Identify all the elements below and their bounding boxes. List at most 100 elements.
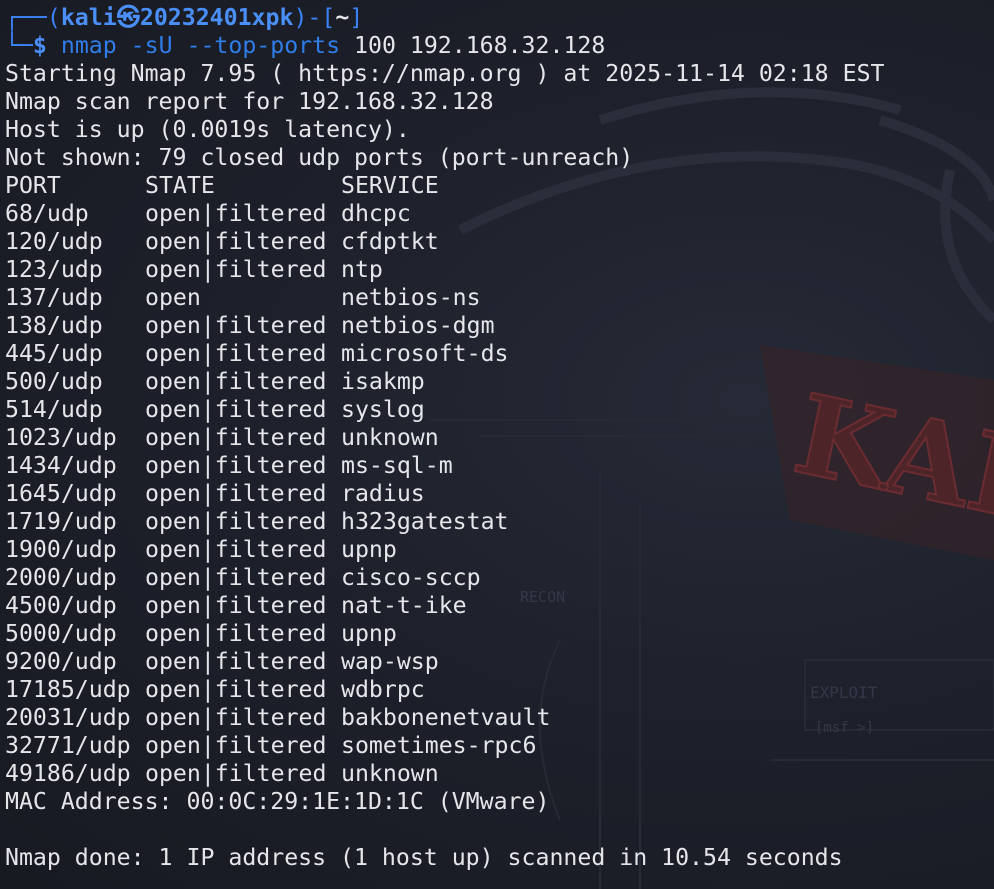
port-cell: 17185/udp bbox=[5, 676, 131, 703]
state-cell: open|filtered bbox=[145, 424, 327, 451]
port-cell: 500/udp bbox=[5, 368, 103, 395]
table-row: 49186/udp open|filtered unknown bbox=[5, 760, 994, 788]
port-cell: 1645/udp bbox=[5, 480, 117, 507]
port-cell: 120/udp bbox=[5, 228, 103, 255]
header-service: SERVICE bbox=[341, 172, 439, 199]
state-cell: open|filtered bbox=[145, 256, 327, 283]
state-cell: open|filtered bbox=[145, 536, 327, 563]
state-cell: open|filtered bbox=[145, 340, 327, 367]
prompt-user: kali bbox=[60, 4, 117, 31]
header-state: STATE bbox=[145, 172, 215, 199]
state-cell: open|filtered bbox=[145, 396, 327, 423]
scan-done-line: Nmap done: 1 IP address (1 host up) scan… bbox=[5, 844, 843, 871]
table-row: 1434/udp open|filtered ms-sql-m bbox=[5, 452, 994, 480]
port-cell: 20031/udp bbox=[5, 704, 131, 731]
table-row: 1900/udp open|filtered upnp bbox=[5, 536, 994, 564]
port-cell: 137/udp bbox=[5, 284, 103, 311]
command-name: nmap bbox=[60, 32, 117, 59]
service-cell: sometimes-rpc6 bbox=[341, 732, 537, 759]
port-cell: 138/udp bbox=[5, 312, 103, 339]
port-cell: 5000/udp bbox=[5, 620, 117, 647]
output-start-line: Starting Nmap 7.95 ( https://nmap.org ) … bbox=[5, 60, 885, 87]
table-row: 123/udp open|filtered ntp bbox=[5, 256, 994, 284]
service-cell: upnp bbox=[341, 620, 397, 647]
service-cell: cfdptkt bbox=[341, 228, 439, 255]
service-cell: netbios-dgm bbox=[341, 312, 495, 339]
port-cell: 4500/udp bbox=[5, 592, 117, 619]
state-cell: open|filtered bbox=[145, 564, 327, 591]
prompt-frame-bottom: └─ bbox=[5, 32, 33, 59]
state-cell: open|filtered bbox=[145, 620, 327, 647]
table-row: 68/udp open|filtered dhcpc bbox=[5, 200, 994, 228]
output-report-line: Nmap scan report for 192.168.32.128 bbox=[5, 88, 494, 115]
table-row: 1023/udp open|filtered unknown bbox=[5, 424, 994, 452]
command-args: -sU --top-ports bbox=[116, 32, 341, 59]
table-row: 445/udp open|filtered microsoft-ds bbox=[5, 340, 994, 368]
table-row: 2000/udp open|filtered cisco-sccp bbox=[5, 564, 994, 592]
mac-address-line: MAC Address: 00:0C:29:1E:1D:1C (VMware) bbox=[5, 788, 550, 815]
prompt-dir: ~ bbox=[335, 4, 350, 31]
state-cell: open|filtered bbox=[145, 312, 327, 339]
terminal-output: ┌──(kali㉿20232401xpk)-[~] └─$ nmap -sU -… bbox=[5, 4, 994, 872]
state-cell: open|filtered bbox=[145, 676, 327, 703]
port-cell: 123/udp bbox=[5, 256, 103, 283]
state-cell: open|filtered bbox=[145, 452, 327, 479]
output-host-status-line: Host is up (0.0019s latency). bbox=[5, 116, 410, 143]
output-not-shown-line: Not shown: 79 closed udp ports (port-unr… bbox=[5, 144, 634, 171]
service-cell: ms-sql-m bbox=[341, 452, 453, 479]
prompt-dollar: $ bbox=[32, 32, 47, 59]
table-row: 120/udp open|filtered cfdptkt bbox=[5, 228, 994, 256]
prompt-at-icon: ㉿ bbox=[116, 4, 140, 31]
port-table-body: 68/udp open|filtered dhcpc 120/udp open|filt… bbox=[5, 200, 994, 788]
service-cell: h323gatestat bbox=[341, 508, 509, 535]
table-row: 17185/udp open|filtered wdbrpc bbox=[5, 676, 994, 704]
state-cell: open|filtered bbox=[145, 760, 327, 787]
service-cell: microsoft-ds bbox=[341, 340, 509, 367]
table-row: 137/udp open netbios-ns bbox=[5, 284, 994, 312]
service-cell: ntp bbox=[341, 256, 383, 283]
state-cell: open|filtered bbox=[145, 732, 327, 759]
service-cell: cisco-sccp bbox=[341, 564, 481, 591]
state-cell: open|filtered bbox=[145, 508, 327, 535]
prompt-line: ┌──(kali㉿20232401xpk)-[~] bbox=[5, 4, 994, 32]
service-cell: dhcpc bbox=[341, 200, 411, 227]
service-cell: syslog bbox=[341, 396, 425, 423]
service-cell: netbios-ns bbox=[341, 284, 481, 311]
service-cell: upnp bbox=[341, 536, 397, 563]
table-row: 4500/udp open|filtered nat-t-ike bbox=[5, 592, 994, 620]
service-cell: isakmp bbox=[341, 368, 425, 395]
table-row: 5000/udp open|filtered upnp bbox=[5, 620, 994, 648]
port-cell: 514/udp bbox=[5, 396, 103, 423]
state-cell: open bbox=[145, 284, 201, 311]
port-cell: 1023/udp bbox=[5, 424, 117, 451]
prompt-frame-left: ┌──( bbox=[5, 4, 61, 31]
table-row: 20031/udp open|filtered bakbonenetvault bbox=[5, 704, 994, 732]
table-row: 514/udp open|filtered syslog bbox=[5, 396, 994, 424]
port-cell: 1900/udp bbox=[5, 536, 117, 563]
header-port: PORT bbox=[5, 172, 61, 199]
port-table-header: PORT STATE SERVICE bbox=[5, 172, 994, 200]
service-cell: wap-wsp bbox=[341, 648, 439, 675]
service-cell: unknown bbox=[341, 424, 439, 451]
table-row: 138/udp open|filtered netbios-dgm bbox=[5, 312, 994, 340]
state-cell: open|filtered bbox=[145, 228, 327, 255]
command-line[interactable]: └─$ nmap -sU --top-ports 100 192.168.32.… bbox=[5, 32, 994, 60]
table-row: 9200/udp open|filtered wap-wsp bbox=[5, 648, 994, 676]
service-cell: bakbonenetvault bbox=[341, 704, 551, 731]
state-cell: open|filtered bbox=[145, 368, 327, 395]
service-cell: nat-t-ike bbox=[341, 592, 467, 619]
state-cell: open|filtered bbox=[145, 480, 327, 507]
table-row: 1645/udp open|filtered radius bbox=[5, 480, 994, 508]
table-row: 500/udp open|filtered isakmp bbox=[5, 368, 994, 396]
port-cell: 1434/udp bbox=[5, 452, 117, 479]
port-cell: 1719/udp bbox=[5, 508, 117, 535]
command-target: 100 192.168.32.128 bbox=[340, 32, 606, 59]
prompt-host: 20232401xpk bbox=[139, 4, 294, 31]
table-row: 1719/udp open|filtered h323gatestat bbox=[5, 508, 994, 536]
port-cell: 49186/udp bbox=[5, 760, 131, 787]
terminal-window[interactable]: KALI RECON EXPLOIT [msf >] ┌──(kali㉿2023… bbox=[0, 0, 994, 889]
service-cell: radius bbox=[341, 480, 425, 507]
service-cell: unknown bbox=[341, 760, 439, 787]
port-cell: 32771/udp bbox=[5, 732, 131, 759]
